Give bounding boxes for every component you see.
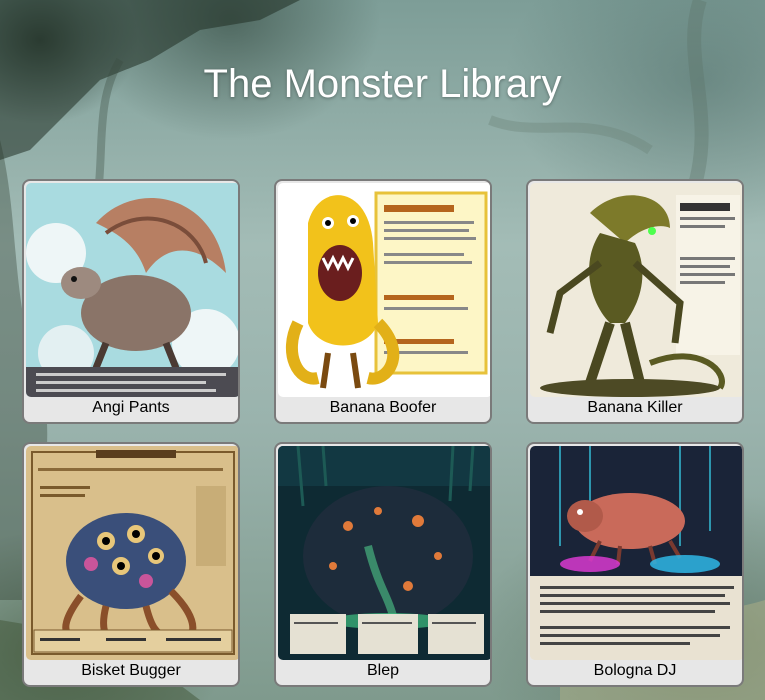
monster-name: Bisket Bugger xyxy=(81,662,181,679)
monster-image xyxy=(26,446,238,660)
monster-card-angi-pants[interactable]: Angi Pants xyxy=(22,179,240,424)
monster-card-blep[interactable]: Blep xyxy=(274,442,492,687)
monster-card-bisket-bugger[interactable]: Bisket Bugger xyxy=(22,442,240,687)
page-title: The Monster Library xyxy=(203,62,562,106)
monster-name: Angi Pants xyxy=(92,399,170,416)
monster-image xyxy=(530,183,742,397)
monster-card-bologna-dj[interactable]: Bologna DJ xyxy=(526,442,744,687)
monster-name: Blep xyxy=(366,662,400,679)
monster-card-banana-killer[interactable]: Banana Killer xyxy=(526,179,744,424)
monster-image xyxy=(278,446,490,660)
monster-image xyxy=(26,183,238,397)
monster-name: Bologna DJ xyxy=(593,662,677,679)
monster-name: Banana Boofer xyxy=(329,399,437,416)
monster-name: Banana Killer xyxy=(587,399,683,416)
monster-image xyxy=(278,183,490,397)
monster-image xyxy=(530,446,742,660)
monster-card-banana-boofer[interactable]: Banana Boofer xyxy=(274,179,492,424)
